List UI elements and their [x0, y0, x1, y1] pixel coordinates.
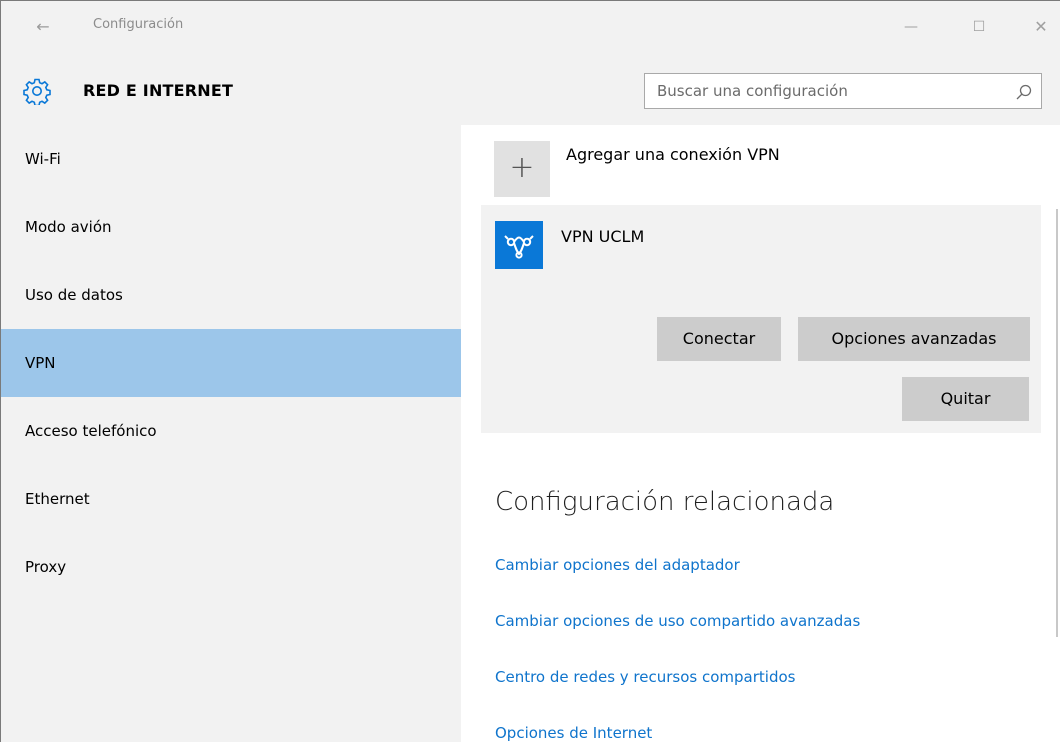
sidebar-item-label: Wi-Fi — [25, 150, 61, 168]
gear-icon — [23, 78, 51, 105]
connect-button[interactable]: Conectar — [657, 317, 781, 361]
minimize-button[interactable]: — — [897, 13, 925, 41]
vpn-glyph-icon — [504, 235, 534, 259]
add-vpn-label: Agregar una conexión VPN — [566, 145, 780, 164]
remove-button[interactable]: Quitar — [902, 377, 1029, 421]
scrollbar[interactable] — [1056, 209, 1058, 637]
sidebar-item-label: Uso de datos — [25, 286, 123, 304]
vpn-name: VPN UCLM — [561, 227, 645, 246]
sidebar-item-label: Modo avión — [25, 218, 112, 236]
link-network-center[interactable]: Centro de redes y recursos compartidos — [495, 668, 795, 686]
sidebar-item-label: Proxy — [25, 558, 67, 576]
search-input[interactable] — [645, 74, 1007, 108]
plus-icon: + — [494, 141, 550, 197]
sidebar-item-wifi[interactable]: Wi-Fi — [1, 125, 461, 193]
link-internet-options[interactable]: Opciones de Internet — [495, 724, 652, 742]
advanced-options-button[interactable]: Opciones avanzadas — [798, 317, 1030, 361]
sidebar-item-data-usage[interactable]: Uso de datos — [1, 261, 461, 329]
close-icon: ✕ — [1034, 17, 1048, 36]
vpn-icon — [495, 221, 543, 269]
sidebar-item-proxy[interactable]: Proxy — [1, 533, 461, 601]
sidebar-item-ethernet[interactable]: Ethernet — [1, 465, 461, 533]
back-button[interactable]: ← — [31, 15, 55, 39]
main-content: + Agregar una conexión VPN VPN UCLM Cone… — [461, 125, 1060, 742]
sidebar-item-airplane-mode[interactable]: Modo avión — [1, 193, 461, 261]
link-advanced-sharing[interactable]: Cambiar opciones de uso compartido avanz… — [495, 612, 860, 630]
back-arrow-icon: ← — [36, 17, 50, 36]
title-bar: ← Configuración — ☐ ✕ — [1, 1, 1060, 53]
search-box[interactable] — [644, 73, 1042, 109]
link-adapter-options[interactable]: Cambiar opciones del adaptador — [495, 556, 740, 574]
sidebar-item-dial-up[interactable]: Acceso telefónico — [1, 397, 461, 465]
sidebar-item-label: Ethernet — [25, 490, 90, 508]
minimize-icon: — — [904, 19, 918, 35]
related-settings-title: Configuración relacionada — [495, 487, 835, 517]
vpn-connection-card[interactable]: VPN UCLM Conectar Opciones avanzadas Qui… — [481, 205, 1041, 433]
sidebar-item-vpn[interactable]: VPN — [1, 329, 461, 397]
page-header: RED E INTERNET — [1, 53, 1060, 125]
close-button[interactable]: ✕ — [1027, 13, 1055, 41]
page-title: RED E INTERNET — [83, 81, 234, 100]
sidebar-item-label: VPN — [25, 354, 56, 372]
settings-window: ← Configuración — ☐ ✕ RED E INTERNET Bus… — [0, 0, 1060, 742]
window-title: Configuración — [93, 17, 184, 32]
sidebar-item-label: Acceso telefónico — [25, 422, 157, 440]
maximize-button[interactable]: ☐ — [965, 13, 993, 41]
add-vpn-button[interactable]: + Agregar una conexión VPN — [494, 133, 894, 197]
search-icon[interactable] — [1015, 83, 1033, 101]
maximize-icon: ☐ — [972, 19, 986, 35]
sidebar: Wi-Fi Modo avión Uso de datos VPN Acceso… — [1, 125, 461, 742]
